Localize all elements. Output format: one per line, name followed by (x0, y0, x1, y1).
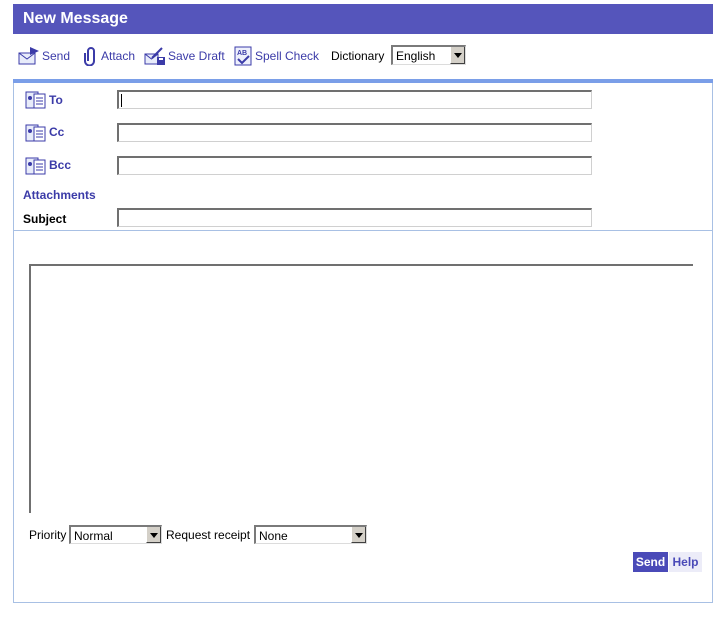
subject-label: Subject (23, 212, 67, 226)
spell-check-toolbar-label: Spell Check (255, 49, 320, 63)
priority-value: Normal (74, 529, 113, 543)
send-toolbar-button[interactable]: Send (18, 46, 70, 66)
attach-toolbar-button[interactable]: Attach (83, 46, 135, 66)
svg-text:AB: AB (237, 50, 247, 57)
cc-label[interactable]: Cc (49, 125, 64, 139)
address-book-icon[interactable] (25, 90, 47, 110)
help-button[interactable]: Help (669, 552, 702, 572)
to-field[interactable] (117, 90, 592, 109)
subject-field[interactable] (117, 208, 592, 227)
address-book-icon[interactable] (25, 156, 47, 176)
request-receipt-value: None (259, 529, 288, 543)
header-divider (14, 230, 712, 231)
to-label[interactable]: To (49, 93, 63, 107)
send-toolbar-label: Send (42, 49, 71, 63)
paperclip-icon (84, 47, 95, 66)
chevron-down-icon[interactable] (450, 47, 465, 64)
save-draft-toolbar-label: Save Draft (168, 49, 225, 63)
chevron-down-icon[interactable] (146, 527, 161, 543)
bcc-label[interactable]: Bcc (49, 158, 71, 172)
attach-toolbar-label: Attach (101, 49, 136, 63)
message-body-textarea[interactable] (29, 264, 693, 513)
dictionary-value: English (396, 49, 436, 63)
request-receipt-select[interactable]: None (254, 525, 367, 544)
priority-select[interactable]: Normal (69, 525, 162, 544)
dictionary-select[interactable]: English (391, 45, 466, 65)
chevron-down-icon[interactable] (351, 527, 366, 543)
panel-top-rule (13, 79, 713, 83)
send-button[interactable]: Send (633, 552, 668, 572)
address-book-icon[interactable] (25, 123, 47, 143)
request-receipt-label: Request receipt (166, 528, 251, 542)
attachments-link[interactable]: Attachments (23, 188, 96, 202)
window-title: New Message (23, 10, 128, 27)
save-draft-toolbar-button[interactable]: Save Draft (144, 46, 225, 66)
save-draft-icon (144, 47, 165, 65)
priority-label: Priority (29, 528, 67, 542)
dictionary-label: Dictionary (331, 49, 385, 63)
send-icon (18, 47, 39, 65)
bcc-field[interactable] (117, 156, 592, 175)
spell-check-toolbar-button[interactable]: AB Spell Check (234, 46, 319, 66)
cc-field[interactable] (117, 123, 592, 142)
title-bar: New Message (13, 4, 713, 34)
spell-check-icon: AB (234, 46, 252, 66)
text-caret (121, 94, 122, 107)
